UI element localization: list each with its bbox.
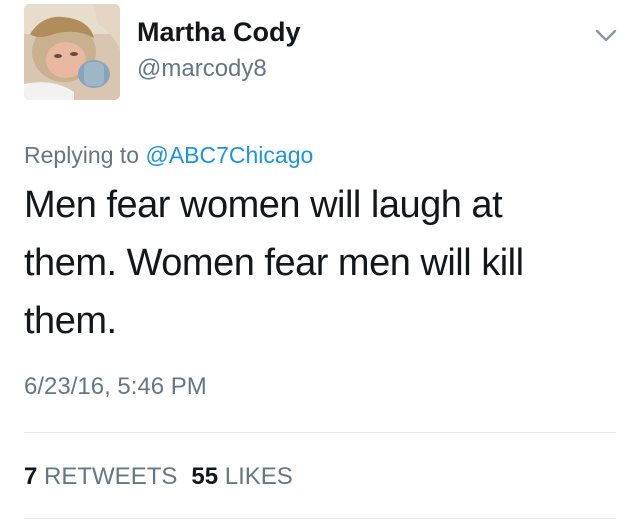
author-handle[interactable]: @marcody8	[137, 55, 267, 83]
chevron-down-icon[interactable]	[594, 28, 618, 44]
replying-prefix: Replying to	[24, 142, 146, 168]
author-display-name[interactable]: Martha Cody	[137, 17, 301, 48]
likes-stat[interactable]: 55 LIKES	[191, 463, 292, 490]
divider	[24, 432, 616, 433]
retweets-label: RETWEETS	[44, 463, 178, 490]
tweet-stats: 7 RETWEETS 55 LIKES	[24, 463, 293, 491]
retweets-stat[interactable]: 7 RETWEETS	[24, 463, 177, 490]
likes-label: LIKES	[224, 463, 293, 490]
tweet-card: Martha Cody @marcody8 Replying to @ABC7C…	[0, 0, 623, 524]
reply-mention-link[interactable]: @ABC7Chicago	[145, 142, 313, 168]
replying-to: Replying to @ABC7Chicago	[24, 142, 313, 169]
divider	[24, 518, 616, 519]
retweets-count: 7	[24, 463, 38, 490]
likes-count: 55	[191, 463, 219, 490]
tweet-text: Men fear women will laugh at them. Women…	[24, 184, 524, 342]
tweet-timestamp[interactable]: 6/23/16, 5:46 PM	[24, 373, 207, 401]
avatar[interactable]	[24, 4, 120, 100]
